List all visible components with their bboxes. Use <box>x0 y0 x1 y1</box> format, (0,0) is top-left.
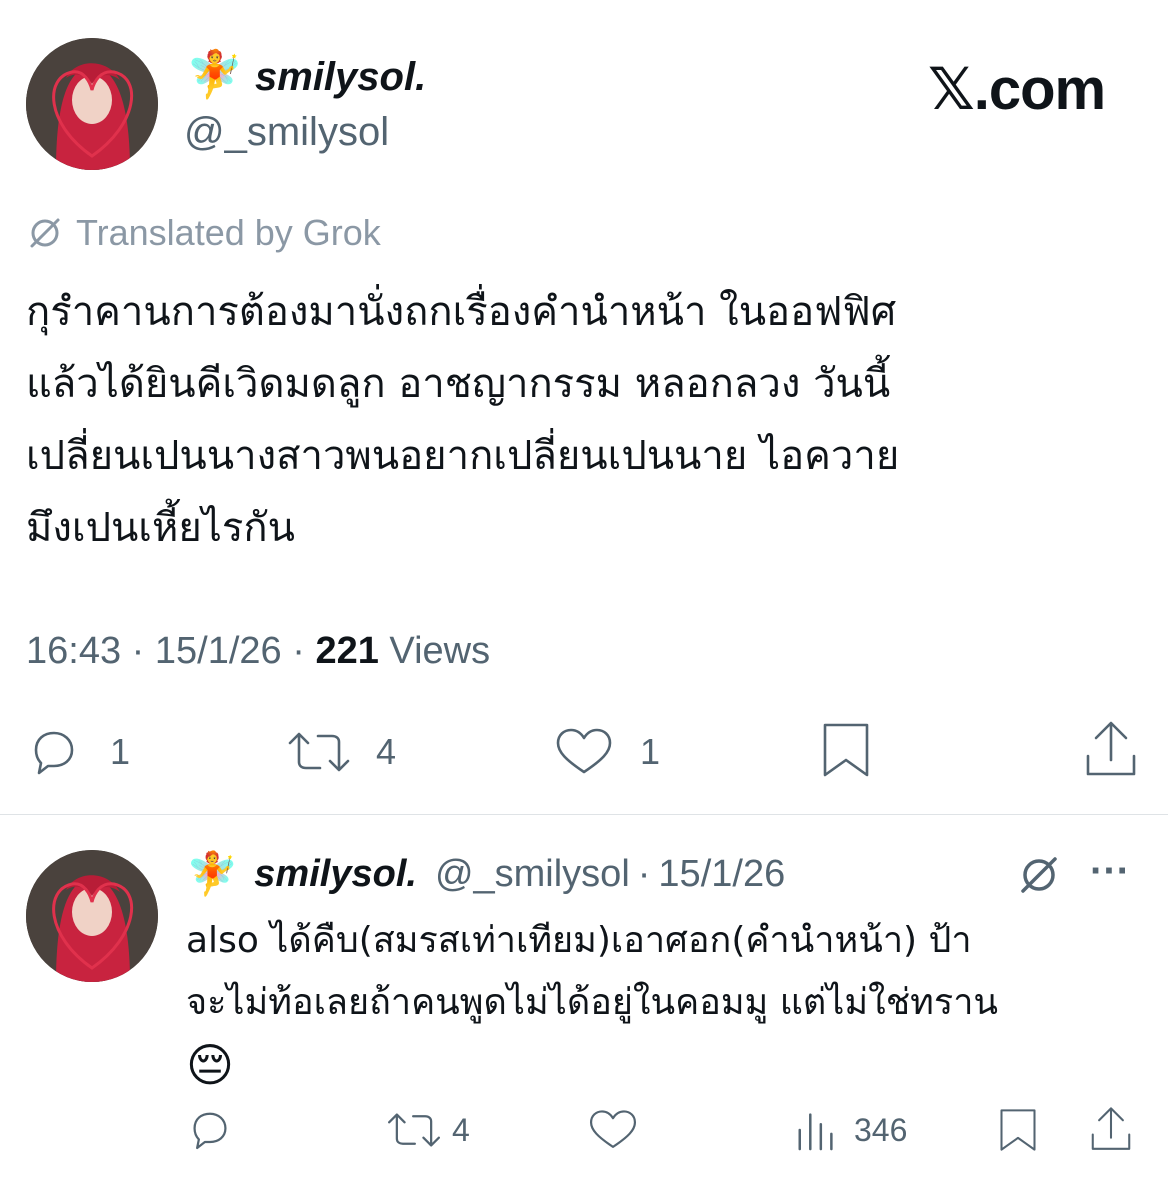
repost-icon <box>288 732 350 772</box>
post-text-line: เปลี่ยนเปนนางสาวพนอยากเปลี่ยนเปนนาย ไอคว… <box>26 433 900 479</box>
reply-views-count: 346 <box>854 1111 908 1148</box>
post-text-line: มึงเปนเหี้ยไรกัน <box>26 505 295 551</box>
repost-button[interactable]: 4 <box>284 724 396 780</box>
reply-share-button[interactable] <box>1088 1102 1134 1156</box>
post-text: กุรำคานการต้องมานั่งถกเรื่องคำนำหน้า ในอ… <box>26 276 1146 564</box>
separator: · <box>637 852 651 895</box>
divider <box>0 814 1168 815</box>
grok-icon <box>26 214 64 252</box>
reply-handle[interactable]: @_smilysol <box>435 853 630 896</box>
share-icon <box>1091 1107 1131 1150</box>
separator: · <box>292 630 305 672</box>
display-name[interactable]: smilysol. <box>255 52 426 102</box>
bookmark-button[interactable] <box>818 720 874 780</box>
post-date[interactable]: 15/1/26 <box>155 630 282 672</box>
post-text-line: กุรำคานการต้องมานั่งถกเรื่องคำนำหน้า ในอ… <box>26 289 897 335</box>
reply-avatar[interactable] <box>26 850 158 982</box>
like-icon <box>589 1110 637 1148</box>
reply-button[interactable]: 1 <box>26 724 130 780</box>
views-icon <box>798 1113 833 1151</box>
repost-count: 4 <box>376 731 397 772</box>
reply-count: 1 <box>110 731 131 772</box>
pensive-emoji: 😔 <box>186 1038 234 1092</box>
separator: · <box>131 630 145 672</box>
like-count: 1 <box>640 731 661 772</box>
repost-icon <box>388 1113 440 1147</box>
grok-icon[interactable] <box>1016 852 1062 898</box>
reply-reply-button[interactable] <box>186 1106 234 1154</box>
bookmark-icon <box>1000 1109 1036 1151</box>
reply-text-line: จะไม่ท้อเลยถ้าคนพูดไม่ได้อยู่ในคอมมู แต่… <box>186 982 999 1023</box>
fairy-icon: 🧚 <box>186 849 239 897</box>
reply-repost-button[interactable]: 4 <box>384 1106 470 1154</box>
reply-icon <box>34 731 74 775</box>
x-watermark: 𝕏.com <box>928 57 1106 122</box>
share-icon <box>1086 721 1136 776</box>
post-text-line: แล้วได้ยินคีเวิดมดลูก อาชญากรรม หลอกลวง … <box>26 361 891 407</box>
fairy-icon: 🧚 <box>186 48 244 100</box>
reply-icon <box>193 1112 227 1150</box>
reply-header: 🧚 smilysol. @_smilysol · 15/1/26 <box>186 846 785 902</box>
bookmark-icon <box>823 723 869 777</box>
reply-display-name[interactable]: smilysol. <box>254 853 417 896</box>
post-meta: 16:43 · 15/1/26 · 221 Views <box>26 626 490 676</box>
reply-date[interactable]: 15/1/26 <box>658 853 785 896</box>
reply-text: also ได้คืบ(สมรสเท่าเทียม)เอาศอก(คำนำหน้… <box>186 910 1146 1096</box>
reply-bookmark-button[interactable] <box>996 1104 1040 1156</box>
reply-like-button[interactable] <box>586 1106 640 1154</box>
like-button[interactable]: 1 <box>552 724 660 780</box>
views-label[interactable]: Views <box>389 630 490 672</box>
reply-repost-count: 4 <box>452 1111 470 1148</box>
like-icon <box>556 728 612 774</box>
more-icon[interactable]: ··· <box>1090 848 1130 894</box>
handle[interactable]: @_smilysol <box>184 108 389 156</box>
reply-views-button[interactable]: 346 <box>794 1106 907 1154</box>
translated-label[interactable]: Translated by Grok <box>76 210 381 256</box>
avatar[interactable] <box>26 38 158 170</box>
post-time[interactable]: 16:43 <box>26 630 121 672</box>
reply-text-line: also ได้คืบ(สมรสเท่าเทียม)เอาศอก(คำนำหน้… <box>186 920 972 961</box>
views-count: 221 <box>315 630 379 672</box>
share-button[interactable] <box>1082 718 1140 780</box>
